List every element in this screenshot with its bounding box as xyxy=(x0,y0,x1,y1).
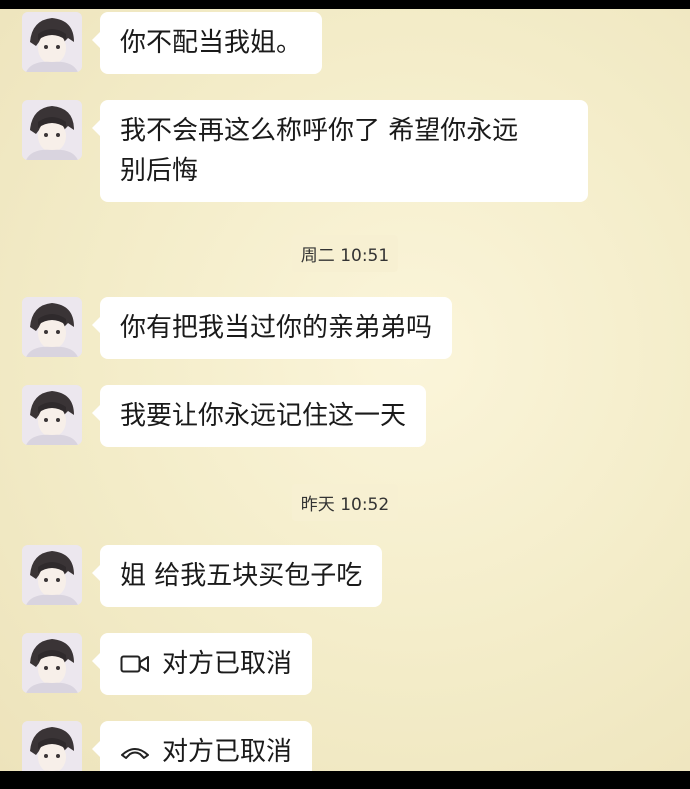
contact-avatar[interactable] xyxy=(22,633,82,693)
voice-call-bubble[interactable]: 对方已取消 xyxy=(91,721,313,771)
timestamp: 昨天 10:52 xyxy=(291,484,399,521)
timestamp: 周二 10:51 xyxy=(291,235,399,272)
call-status-text: 对方已取消 xyxy=(162,649,293,679)
chat-area: 你不配当我姐。 我不会再这么称呼你了 希望你永远 别后悔 周二 10:51 你有… xyxy=(0,9,690,771)
message-bubble[interactable]: 我不会再这么称呼你了 希望你永远 别后悔 xyxy=(92,100,588,202)
video-call-bubble[interactable]: 对方已取消 xyxy=(91,633,313,695)
message-bubble[interactable]: 我要让你永远记住这一天 xyxy=(91,385,427,447)
message-bubble[interactable]: 你有把我当过你的亲弟弟吗 xyxy=(91,297,453,359)
contact-avatar[interactable] xyxy=(22,545,82,605)
contact-avatar[interactable] xyxy=(22,100,82,160)
phone-hangup-icon xyxy=(121,748,149,759)
message-bubble[interactable]: 姐 给我五块买包子吃 xyxy=(91,545,383,607)
message-bubble[interactable]: 你不配当我姐。 xyxy=(91,12,323,74)
contact-avatar[interactable] xyxy=(22,12,82,72)
contact-avatar[interactable] xyxy=(22,297,82,357)
video-call-icon xyxy=(120,655,149,673)
contact-avatar[interactable] xyxy=(22,385,82,445)
contact-avatar[interactable] xyxy=(22,721,82,771)
call-status-text: 对方已取消 xyxy=(162,737,293,767)
